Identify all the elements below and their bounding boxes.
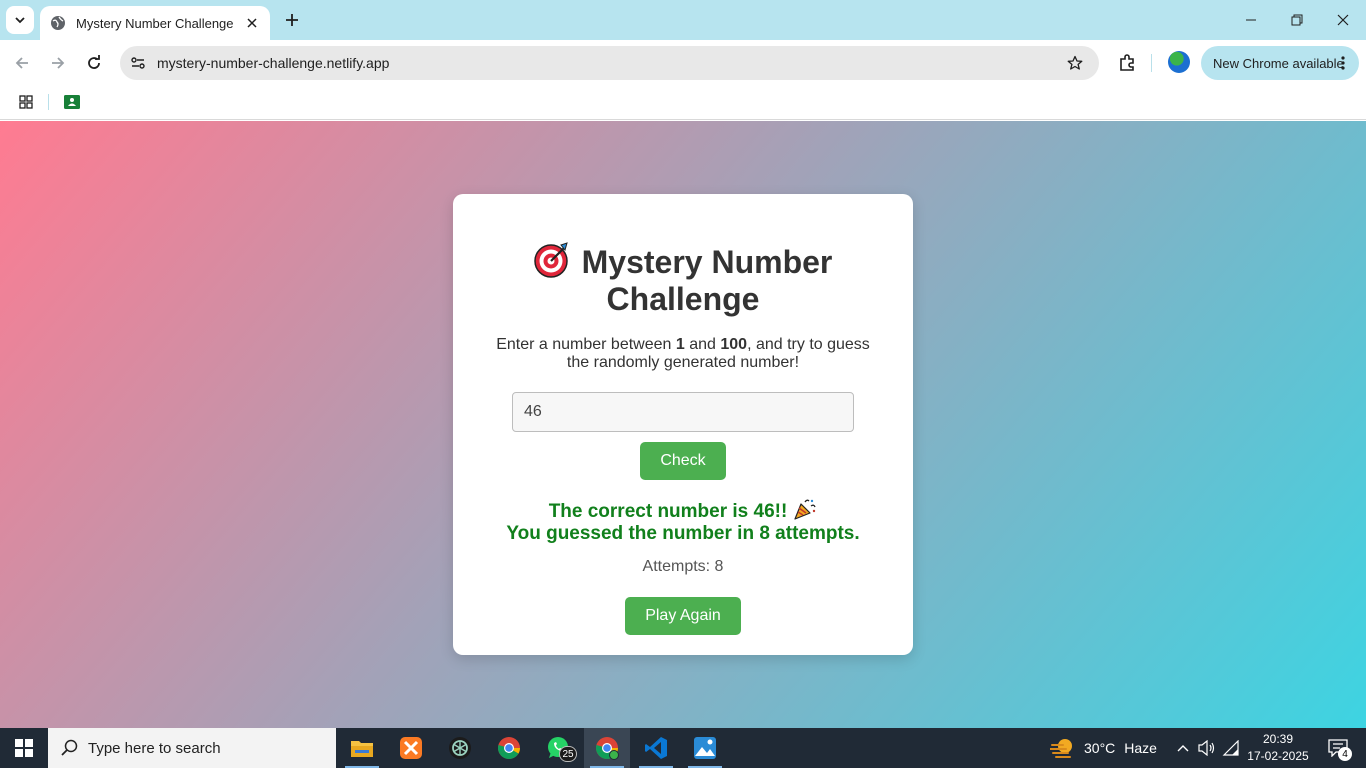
search-placeholder: Type here to search (88, 739, 221, 757)
reload-button[interactable] (80, 49, 108, 77)
chrome-profile-app[interactable] (584, 728, 630, 768)
page-background: Mystery Number Challenge Enter a number … (0, 121, 1366, 728)
vscode-app[interactable] (633, 728, 679, 768)
puzzle-icon (1120, 54, 1134, 71)
update-chrome-button[interactable]: New Chrome available (1201, 46, 1359, 80)
photos-icon (694, 737, 716, 759)
whatsapp-app[interactable]: 25 (535, 728, 581, 768)
speaker-icon (1198, 740, 1215, 756)
tab-title: Mystery Number Challenge (76, 15, 234, 31)
vscode-icon (645, 737, 667, 759)
new-tab-button[interactable] (280, 8, 304, 32)
restore-icon (1291, 14, 1303, 26)
weather-condition: Haze (1124, 740, 1157, 756)
game-title-text: Mystery Number Challenge (581, 244, 833, 317)
search-icon (60, 738, 80, 758)
arrow-left-icon (15, 57, 28, 69)
tab-search-button[interactable] (6, 6, 34, 34)
clock-date: 17-02-2025 (1247, 749, 1309, 763)
result-line-2: You guessed the number in 8 attempts. (506, 523, 860, 544)
chrome-app[interactable] (486, 728, 532, 768)
start-button[interactable] (0, 728, 48, 768)
range-min: 1 (675, 336, 685, 353)
photos-app[interactable] (682, 728, 728, 768)
bookmark-star-icon[interactable] (1065, 53, 1085, 73)
notification-center-button[interactable]: 4 (1318, 728, 1358, 768)
instructions-and: and (684, 336, 721, 353)
weather-widget[interactable]: 30°C Haze (1050, 728, 1157, 768)
bookmarks-bar (0, 86, 1366, 120)
close-window-button[interactable] (1320, 0, 1366, 40)
play-again-button[interactable]: Play Again (625, 597, 741, 635)
range-max: 100 (720, 336, 748, 353)
plus-icon (286, 14, 298, 26)
instructions-prefix: Enter a number between (496, 336, 676, 353)
haze-weather-icon (1050, 739, 1072, 758)
minimize-icon (1246, 19, 1256, 21)
result-line-1: The correct number is 46!! (548, 501, 788, 522)
bookmarks-divider (48, 94, 49, 110)
reload-icon (88, 55, 100, 69)
volume-button[interactable] (1196, 728, 1218, 768)
chrome-icon (497, 737, 520, 759)
taskbar-search[interactable]: Type here to search (48, 728, 336, 768)
party-popper-icon (794, 499, 816, 520)
site-settings-icon[interactable] (128, 53, 148, 73)
forward-button[interactable] (44, 49, 72, 77)
result-message: The correct number is 46!! You guessed t… (473, 498, 893, 545)
xampp-icon (400, 737, 422, 759)
minimize-button[interactable] (1228, 0, 1274, 40)
windows-logo-icon (15, 739, 33, 757)
weather-temp: 30°C (1084, 740, 1116, 756)
classroom-bookmark-icon[interactable] (62, 92, 82, 112)
chevron-down-icon (15, 17, 25, 24)
arrow-right-icon (52, 57, 65, 69)
file-explorer-app[interactable] (339, 728, 385, 768)
close-icon (1337, 14, 1349, 26)
folder-icon (351, 741, 373, 757)
whatsapp-badge: 25 (559, 746, 577, 762)
chrome-profile-icon (595, 737, 619, 760)
active-tab[interactable]: Mystery Number Challenge (40, 6, 270, 40)
restore-button[interactable] (1274, 0, 1320, 40)
check-button[interactable]: Check (640, 442, 726, 480)
browser-toolbar: mystery-number-challenge.netlify.app New… (0, 40, 1366, 86)
notification-count: 4 (1338, 747, 1352, 761)
toolbar-divider (1151, 54, 1152, 72)
xampp-app[interactable] (388, 728, 434, 768)
windows-taskbar: Type here to search 25 30°C Haze 20:39 1 (0, 728, 1366, 768)
wifi-icon (1222, 740, 1239, 756)
chevron-up-icon (1177, 745, 1189, 752)
game-card: Mystery Number Challenge Enter a number … (453, 194, 913, 655)
game-title: Mystery Number Challenge (483, 242, 883, 318)
address-bar[interactable]: mystery-number-challenge.netlify.app (120, 46, 1099, 80)
globe-icon (50, 15, 66, 31)
attempts-counter: Attempts: 8 (642, 558, 724, 575)
more-menu-icon[interactable] (1335, 55, 1351, 71)
chatgpt-icon (449, 737, 471, 759)
show-hidden-icons[interactable] (1172, 728, 1194, 768)
instructions-text: Enter a number between 1 and 100, and tr… (483, 336, 883, 372)
update-chrome-label: New Chrome available (1213, 55, 1344, 71)
back-button[interactable] (8, 49, 36, 77)
system-clock[interactable]: 20:39 17-02-2025 (1245, 731, 1311, 765)
close-tab-icon[interactable] (244, 15, 260, 31)
extensions-button[interactable] (1113, 49, 1141, 77)
profile-avatar[interactable] (1168, 51, 1190, 73)
guess-input[interactable] (512, 392, 854, 432)
network-button[interactable] (1220, 728, 1242, 768)
url-text: mystery-number-challenge.netlify.app (157, 55, 390, 71)
chatgpt-app[interactable] (437, 728, 483, 768)
clock-time: 20:39 (1262, 732, 1294, 746)
apps-grid-icon[interactable] (16, 92, 36, 112)
tab-strip: Mystery Number Challenge (0, 0, 1366, 40)
target-icon (533, 242, 568, 278)
